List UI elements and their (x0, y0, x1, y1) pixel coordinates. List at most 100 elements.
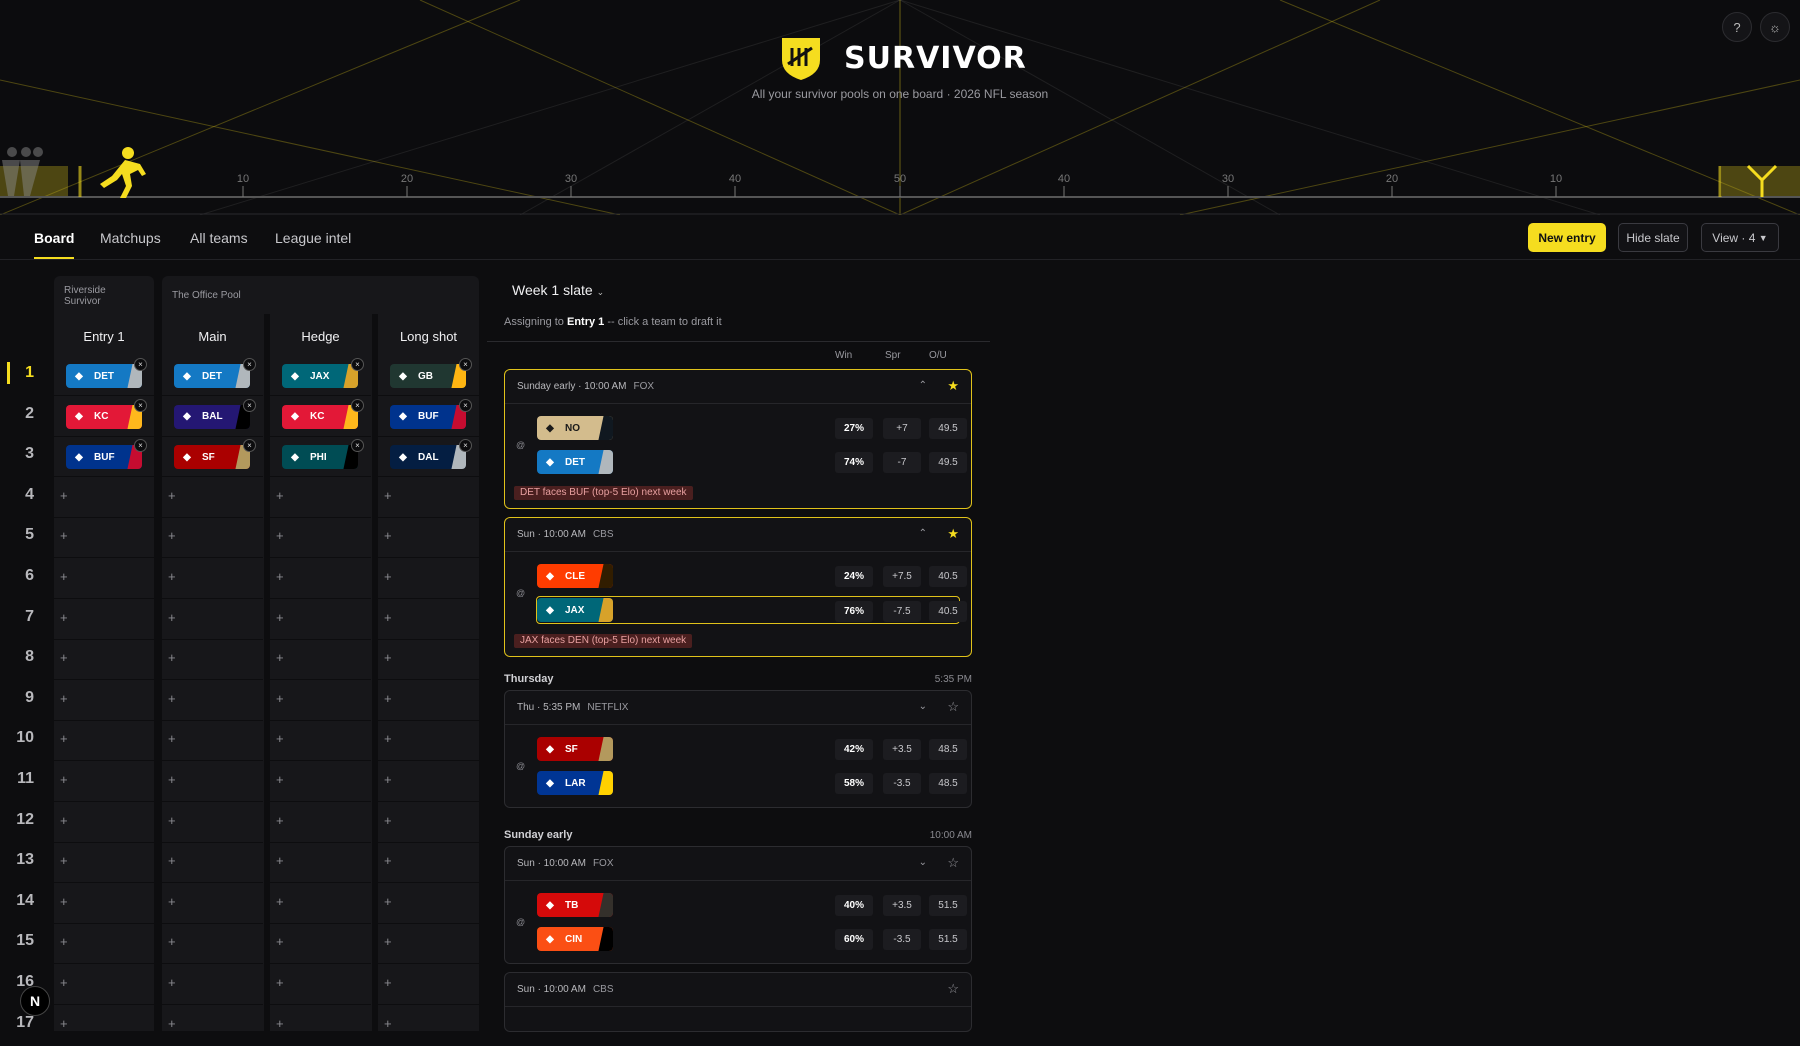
pick-cell[interactable]: ◆ JAX × (270, 356, 371, 396)
remove-pick-icon[interactable]: × (459, 358, 472, 371)
entry-header[interactable]: Long shot (378, 329, 479, 344)
pick-cell[interactable]: + (378, 681, 479, 721)
pick-cell[interactable]: + (270, 518, 371, 558)
add-pick-icon[interactable]: + (276, 975, 284, 990)
pick-cell[interactable]: + (378, 640, 479, 680)
pick-cell[interactable]: + (162, 843, 263, 883)
add-pick-icon[interactable]: + (276, 1016, 284, 1031)
remove-pick-icon[interactable]: × (134, 399, 147, 412)
add-pick-icon[interactable]: + (60, 813, 68, 828)
team-row[interactable]: ◆ LAR 58%-3.548.5 (537, 769, 959, 797)
add-pick-icon[interactable]: + (384, 813, 392, 828)
pick-cell[interactable]: + (54, 884, 154, 924)
pick-cell[interactable]: ◆ SF × (162, 437, 263, 477)
remove-pick-icon[interactable]: × (243, 358, 256, 371)
view-select[interactable]: View · 4 ▼ (1701, 223, 1779, 252)
pick-cell[interactable]: + (162, 965, 263, 1005)
pick-cell[interactable]: + (270, 965, 371, 1005)
add-pick-icon[interactable]: + (60, 772, 68, 787)
team-chip-bal[interactable]: ◆ BAL (174, 405, 250, 429)
add-pick-icon[interactable]: + (384, 528, 392, 543)
pick-cell[interactable]: + (378, 762, 479, 802)
hide-slate-button[interactable]: Hide slate (1618, 223, 1688, 252)
team-chip-jax[interactable]: ◆ JAX (282, 364, 358, 388)
team-chip-cin[interactable]: ◆ CIN (537, 927, 613, 951)
pick-cell[interactable]: + (378, 478, 479, 518)
pick-cell[interactable]: + (378, 1006, 479, 1046)
star-icon[interactable]: ★ (947, 378, 959, 394)
team-chip-buf[interactable]: ◆ BUF (66, 445, 142, 469)
pick-cell[interactable]: ◆ BUF × (54, 437, 154, 477)
pick-cell[interactable]: + (162, 518, 263, 558)
team-chip-gb[interactable]: ◆ GB (390, 364, 466, 388)
pick-cell[interactable]: + (54, 762, 154, 802)
add-pick-icon[interactable]: + (276, 610, 284, 625)
team-chip-kc[interactable]: ◆ KC (66, 405, 142, 429)
add-pick-icon[interactable]: + (384, 1016, 392, 1031)
add-pick-icon[interactable]: + (60, 975, 68, 990)
pick-cell[interactable]: + (54, 518, 154, 558)
team-chip-phi[interactable]: ◆ PHI (282, 445, 358, 469)
add-pick-icon[interactable]: + (60, 731, 68, 746)
add-pick-icon[interactable]: + (384, 772, 392, 787)
pick-cell[interactable]: + (54, 965, 154, 1005)
pick-cell[interactable]: + (54, 559, 154, 599)
add-pick-icon[interactable]: + (384, 610, 392, 625)
pick-cell[interactable]: + (270, 924, 371, 964)
game-card[interactable]: Sun · 10:00 AMCBS☆ (504, 972, 972, 1032)
team-chip-sf[interactable]: ◆ SF (174, 445, 250, 469)
add-pick-icon[interactable]: + (60, 894, 68, 909)
add-pick-icon[interactable]: + (384, 853, 392, 868)
pick-cell[interactable]: ◆ KC × (54, 397, 154, 437)
star-icon[interactable]: ★ (947, 526, 959, 542)
team-chip-tb[interactable]: ◆ TB (537, 893, 613, 917)
pick-cell[interactable]: + (378, 559, 479, 599)
add-pick-icon[interactable]: + (60, 691, 68, 706)
add-pick-icon[interactable]: + (168, 813, 176, 828)
tab-all-teams[interactable]: All teams (190, 230, 248, 246)
add-pick-icon[interactable]: + (384, 975, 392, 990)
pick-cell[interactable]: + (162, 762, 263, 802)
remove-pick-icon[interactable]: × (351, 439, 364, 452)
tab-board[interactable]: Board (34, 230, 74, 246)
pick-cell[interactable]: + (162, 924, 263, 964)
game-card[interactable]: Sunday early · 10:00 AMFOX⌃★ ◆ NO 27%+74… (504, 369, 972, 509)
team-chip-sf[interactable]: ◆ SF (537, 737, 613, 761)
pick-cell[interactable]: + (378, 843, 479, 883)
add-pick-icon[interactable]: + (384, 894, 392, 909)
pick-cell[interactable]: + (54, 843, 154, 883)
pick-cell[interactable]: + (270, 884, 371, 924)
new-entry-button[interactable]: New entry (1528, 223, 1606, 252)
next-devtools-icon[interactable]: N (20, 986, 50, 1016)
pick-cell[interactable]: + (54, 478, 154, 518)
pick-cell[interactable]: ◆ PHI × (270, 437, 371, 477)
pick-cell[interactable]: + (378, 924, 479, 964)
pick-cell[interactable]: ◆ KC × (270, 397, 371, 437)
add-pick-icon[interactable]: + (168, 975, 176, 990)
pick-cell[interactable]: ◆ BAL × (162, 397, 263, 437)
entry-header[interactable]: Main (162, 329, 263, 344)
chevron-up-icon[interactable]: ⌃ (919, 528, 927, 539)
pick-cell[interactable]: + (270, 843, 371, 883)
pick-cell[interactable]: + (378, 721, 479, 761)
add-pick-icon[interactable]: + (60, 610, 68, 625)
game-card[interactable]: Thu · 5:35 PMNETFLIX⌄☆ ◆ SF 42%+3.548.5 … (504, 690, 972, 808)
add-pick-icon[interactable]: + (60, 1016, 68, 1031)
add-pick-icon[interactable]: + (168, 528, 176, 543)
add-pick-icon[interactable]: + (276, 691, 284, 706)
star-icon[interactable]: ☆ (947, 981, 959, 997)
help-icon[interactable]: ? (1722, 12, 1752, 42)
team-chip-no[interactable]: ◆ NO (537, 416, 613, 440)
pick-cell[interactable]: + (162, 640, 263, 680)
remove-pick-icon[interactable]: × (351, 358, 364, 371)
chevron-down-icon[interactable]: ⌄ (919, 701, 927, 712)
add-pick-icon[interactable]: + (60, 569, 68, 584)
team-row[interactable]: ◆ JAX 76%-7.540.5 (536, 596, 960, 624)
add-pick-icon[interactable]: + (384, 731, 392, 746)
pick-cell[interactable]: + (162, 803, 263, 843)
pick-cell[interactable]: + (162, 600, 263, 640)
pick-cell[interactable]: + (162, 681, 263, 721)
team-chip-lar[interactable]: ◆ LAR (537, 771, 613, 795)
tab-league-intel[interactable]: League intel (275, 230, 351, 246)
team-chip-jax[interactable]: ◆ JAX (537, 598, 613, 622)
